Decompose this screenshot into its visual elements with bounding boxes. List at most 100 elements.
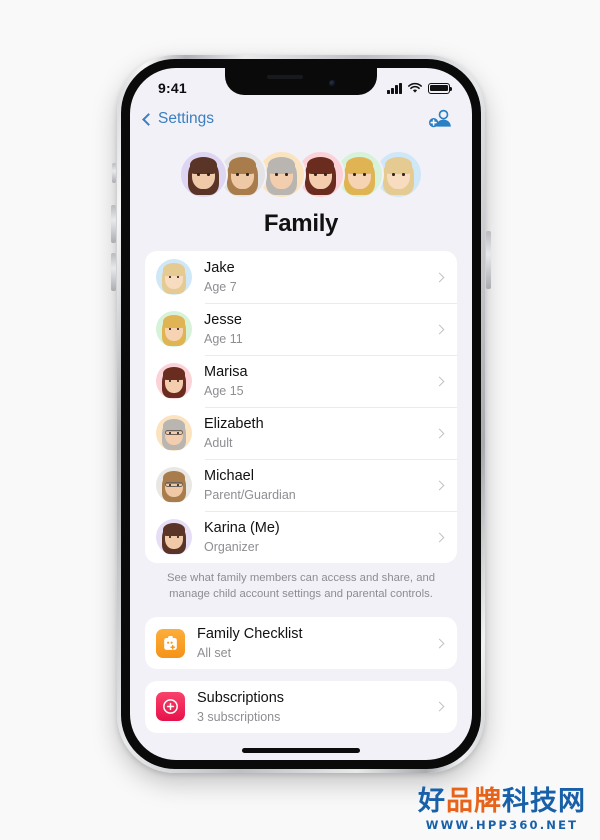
checklist-icon-tile	[156, 628, 185, 658]
memoji-hair-top	[345, 157, 374, 174]
app-store-icon-tile	[156, 692, 185, 722]
chevron-right-icon	[434, 324, 445, 334]
home-indicator[interactable]	[242, 748, 360, 753]
member-name: Michael	[204, 468, 254, 485]
family-member-row[interactable]: Elizabeth Adult	[145, 407, 457, 459]
member-role: Age 7	[204, 279, 237, 294]
memoji-glasses	[165, 482, 183, 487]
member-text: Elizabeth Adult	[204, 415, 430, 451]
member-avatar	[156, 311, 192, 347]
site-watermark: 好品牌科技网 WWW.HPP360.NET	[418, 788, 586, 832]
family-member-row[interactable]: Karina (Me) Organizer	[145, 511, 457, 563]
member-name: Marisa	[204, 364, 248, 381]
chevron-right-icon	[434, 480, 445, 490]
memoji-hair-top	[306, 157, 335, 174]
watermark-cn-3: 科技网	[502, 786, 586, 817]
chevron-right-icon	[434, 376, 445, 386]
page-title: Family	[263, 210, 339, 237]
service-name: Family Checklist	[197, 626, 303, 643]
memoji-hair-top	[267, 157, 296, 174]
chevron-right-icon	[434, 532, 445, 542]
family-member-row[interactable]: Jesse Age 11	[145, 303, 457, 355]
memoji-hair-top	[384, 157, 413, 174]
mute-switch[interactable]	[112, 163, 116, 183]
member-text: Jesse Age 11	[204, 311, 430, 347]
volume-up-button[interactable]	[111, 205, 116, 243]
member-avatar	[156, 415, 192, 451]
family-members-card: Jake Age 7 Jesse Age 11 Marisa Age 15 Elizabet…	[145, 251, 457, 563]
memoji-face	[156, 519, 192, 555]
memoji-eye-right	[246, 172, 249, 177]
memoji-face	[156, 311, 192, 347]
service-text: Family Checklist All set	[197, 625, 430, 661]
wifi-icon	[408, 82, 422, 93]
memoji-hair-top	[162, 367, 186, 381]
member-role: Age 11	[204, 331, 243, 346]
memoji-eye-left	[236, 172, 239, 177]
iphone-device: 9:41 Settings Family Jake Age 7 Jesse Ag…	[111, 55, 491, 773]
member-name: Jake	[204, 260, 235, 277]
family-checklist-card: Family Checklist All set	[145, 617, 457, 669]
back-button[interactable]: Settings	[142, 110, 215, 128]
checklist-icon	[164, 635, 177, 650]
memoji-eye-right	[402, 172, 405, 177]
memoji-glasses	[165, 430, 183, 435]
family-footnote: See what family members can access and s…	[166, 572, 436, 600]
memoji-hair-top	[189, 157, 218, 174]
watermark-cn-2: 品牌	[446, 786, 502, 817]
service-text: Subscriptions 3 subscriptions	[197, 689, 430, 725]
memoji-eye-left	[275, 172, 278, 177]
app-store-icon	[163, 699, 178, 715]
family-member-row[interactable]: Marisa Age 15	[145, 355, 457, 407]
volume-down-button[interactable]	[111, 253, 116, 291]
chevron-right-icon	[434, 428, 445, 438]
family-member-row[interactable]: Jake Age 7	[145, 251, 457, 303]
service-sub: 3 subscriptions	[197, 709, 281, 724]
family-member-row[interactable]: Michael Parent/Guardian	[145, 459, 457, 511]
watermark-cn-1: 好	[418, 786, 446, 817]
memoji-hair-top	[162, 263, 186, 277]
status-bar-time: 9:41	[158, 80, 187, 96]
memoji-face	[156, 259, 192, 295]
member-avatar	[156, 363, 192, 399]
power-button[interactable]	[486, 231, 491, 289]
memoji-eye-left	[197, 172, 200, 177]
member-name: Karina (Me)	[204, 520, 280, 537]
memoji-face	[156, 467, 192, 503]
member-avatar	[156, 259, 192, 295]
memoji-eye-right	[324, 172, 327, 177]
memoji-eye-right	[207, 172, 210, 177]
cellular-bars-icon	[387, 82, 402, 94]
member-role: Adult	[204, 435, 233, 450]
member-text: Marisa Age 15	[204, 363, 430, 399]
watermark-chinese-text: 好品牌科技网	[418, 788, 586, 815]
memoji-face	[156, 415, 192, 451]
device-bezel: 9:41 Settings Family Jake Age 7 Jesse Ag…	[121, 59, 481, 769]
watermark-url: WWW.HPP360.NET	[425, 818, 579, 832]
battery-icon	[428, 82, 453, 94]
chevron-right-icon	[434, 272, 445, 282]
service-row-subscriptions[interactable]: Subscriptions 3 subscriptions	[145, 681, 457, 733]
phone-screen: 9:41 Settings Family Jake Age 7 Jesse Ag…	[130, 68, 472, 760]
add-person-button[interactable]	[428, 109, 454, 129]
member-text: Jake Age 7	[204, 259, 430, 295]
chevron-left-icon	[142, 112, 155, 126]
memoji-eye-left	[314, 172, 317, 177]
member-avatar	[156, 467, 192, 503]
subscriptions-card: Subscriptions 3 subscriptions	[145, 680, 457, 733]
memoji-hair-top	[162, 523, 186, 537]
navigation-bar: Settings	[130, 102, 472, 136]
status-bar: 9:41	[130, 68, 472, 102]
member-name: Jesse	[204, 312, 242, 329]
status-bar-indicators	[387, 82, 453, 94]
cluster-avatar-karina	[179, 150, 228, 199]
back-button-label: Settings	[158, 110, 215, 127]
settings-scroll-view[interactable]: Family Jake Age 7 Jesse Age 11 Marisa Age 15 E…	[130, 136, 472, 760]
chevron-right-icon	[434, 638, 445, 648]
member-role: Organizer	[204, 539, 259, 554]
service-row-family-checklist[interactable]: Family Checklist All set	[145, 617, 457, 669]
memoji-face	[181, 152, 226, 197]
service-sub: All set	[197, 645, 232, 660]
memoji-eye-left	[353, 172, 356, 177]
memoji-eye-right	[363, 172, 366, 177]
